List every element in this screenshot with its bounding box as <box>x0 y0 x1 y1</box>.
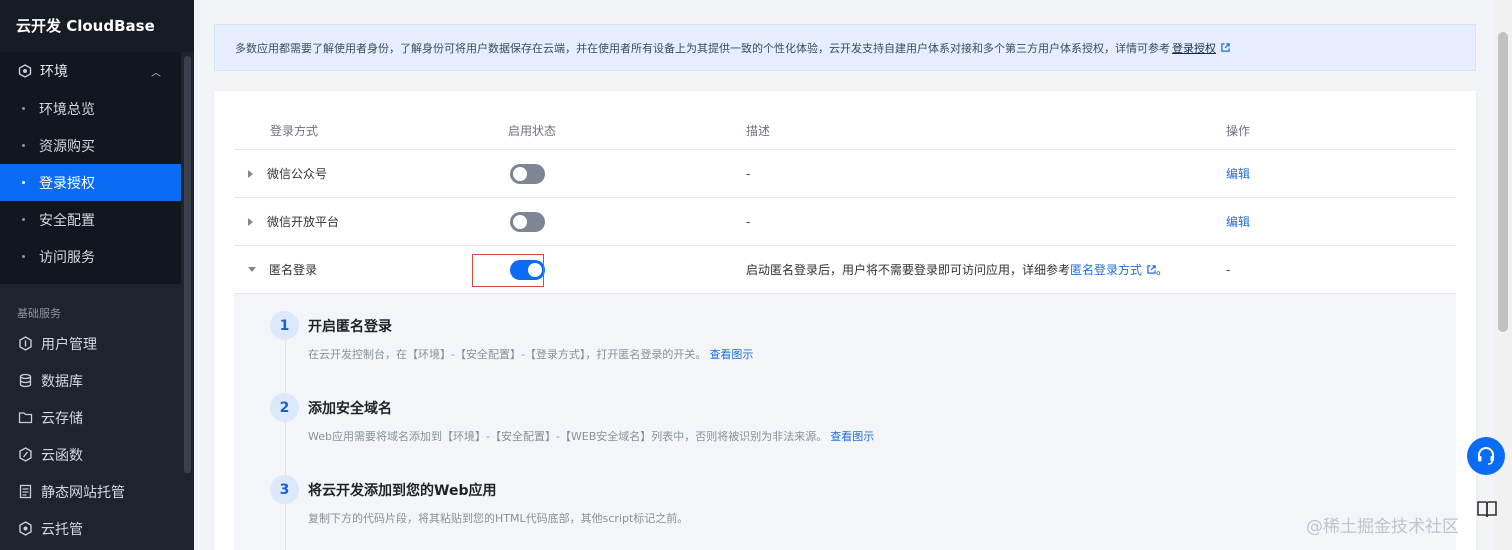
step-title: 添加安全域名 <box>308 401 392 417</box>
enable-toggle[interactable] <box>510 211 545 232</box>
nav-group-environment: 环境 ︿ 环境总览 资源购买 登录授权 安全配置 访问服务 <box>0 52 181 284</box>
sidebar-item-label: 环境总览 <box>39 101 95 118</box>
banner-text: 多数应用都需要了解使用者身份，了解身份可将用户数据保存在云端，并在使用者所有设备… <box>235 41 1170 55</box>
step-desc-text: Web应用需要将域名添加到【环境】-【安全配置】-【WEB安全域名】列表中，否则… <box>308 430 828 443</box>
docs-button[interactable] <box>1472 496 1502 522</box>
edit-link[interactable]: 编辑 <box>1226 213 1250 230</box>
step-title: 开启匿名登录 <box>308 319 392 335</box>
row-op: - <box>1226 262 1231 277</box>
col-header-ops: 操作 <box>1226 123 1251 138</box>
row-desc-suffix: 。 <box>1156 263 1169 277</box>
sidebar-item-label: 数据库 <box>41 373 83 390</box>
nav-parent-label: 环境 <box>40 64 68 80</box>
row-name: 微信开放平台 <box>267 215 340 229</box>
table-header: 登录方式 启用状态 描述 操作 <box>234 111 1456 150</box>
chevron-up-icon: ︿ <box>151 67 161 79</box>
anonymous-login-details: 1 开启匿名登录 在云开发控制台，在【环境】-【安全配置】-【登录方式】，打开匿… <box>234 294 1456 550</box>
sidebar-item-label: 云托管 <box>41 521 83 538</box>
sidebar-item-cloud-storage[interactable]: 云存储 <box>0 399 181 436</box>
sidebar-item-database[interactable]: 数据库 <box>0 362 181 399</box>
document-icon <box>18 484 33 499</box>
sidebar-item-label: 云存储 <box>41 410 83 427</box>
sidebar-item-env-overview[interactable]: 环境总览 <box>0 90 181 127</box>
sidebar-item-label: 静态网站托管 <box>41 484 125 501</box>
environment-icon <box>18 64 32 78</box>
external-link-icon <box>1221 43 1230 52</box>
bullet-icon <box>22 144 25 147</box>
watermark: @稀土掘金技术社区 <box>1306 517 1459 537</box>
external-link-icon <box>1147 265 1156 274</box>
bullet-icon <box>22 107 25 110</box>
collapse-caret-icon[interactable] <box>248 267 256 272</box>
sidebar-item-resource-purchase[interactable]: 资源购买 <box>0 127 181 164</box>
login-methods-table: 登录方式 启用状态 描述 操作 微信公众号 - 编辑 微信开放平台 - 编辑 匿… <box>234 111 1456 294</box>
banner-link[interactable]: 登录授权 <box>1172 40 1216 56</box>
view-diagram-link[interactable]: 查看图示 <box>709 348 753 361</box>
sidebar-item-label: 访问服务 <box>39 249 95 266</box>
enable-toggle[interactable] <box>510 163 545 184</box>
step-desc: Web应用需要将域名添加到【环境】-【安全配置】-【WEB安全域名】列表中，否则… <box>308 428 874 444</box>
step-desc-text: 复制下方的代码片段，将其粘贴到您的HTML代码底部，其他script标记之前。 <box>308 512 689 525</box>
sidebar-item-static-hosting[interactable]: 静态网站托管 <box>0 473 181 510</box>
row-name: 匿名登录 <box>269 263 318 277</box>
step-desc-text: 在云开发控制台，在【环境】-【安全配置】-【登录方式】，打开匿名登录的开关。 <box>308 348 707 361</box>
hexagon-icon <box>18 521 33 536</box>
info-banner: 多数应用都需要了解使用者身份，了解身份可将用户数据保存在云端，并在使用者所有设备… <box>214 24 1476 71</box>
help-button[interactable] <box>1467 437 1505 475</box>
edit-link[interactable]: 编辑 <box>1226 165 1250 182</box>
table-row: 微信公众号 - 编辑 <box>234 150 1456 198</box>
book-icon <box>1477 501 1497 518</box>
sidebar-item-user-management[interactable]: 用户管理 <box>0 325 181 362</box>
main-content: 多数应用都需要了解使用者身份，了解身份可将用户数据保存在云端，并在使用者所有设备… <box>194 0 1494 550</box>
headset-icon <box>1478 447 1494 465</box>
login-methods-card: 登录方式 启用状态 描述 操作 微信公众号 - 编辑 微信开放平台 - 编辑 匿… <box>214 91 1476 550</box>
table-row: 匿名登录 启动匿名登录后，用户将不需要登录即可访问应用，详细参考 匿名登录方式 … <box>234 246 1456 294</box>
sidebar-item-label: 云函数 <box>41 447 83 464</box>
folder-icon <box>18 410 33 425</box>
row-name: 微信公众号 <box>267 167 328 181</box>
row-desc: - <box>746 166 751 181</box>
step-number: 1 <box>270 311 299 340</box>
expand-caret-icon[interactable] <box>248 217 253 226</box>
step-number: 3 <box>270 475 299 504</box>
function-icon <box>18 447 33 462</box>
col-header-method: 登录方式 <box>270 123 319 138</box>
sidebar-item-label: 资源购买 <box>39 138 95 155</box>
sidebar-item-label: 用户管理 <box>41 336 97 353</box>
view-diagram-link[interactable]: 查看图示 <box>830 430 874 443</box>
sidebar-item-security-config[interactable]: 安全配置 <box>0 201 181 238</box>
bullet-icon <box>22 255 25 258</box>
user-management-icon <box>18 336 33 351</box>
expand-caret-icon[interactable] <box>248 169 253 178</box>
steps-connector <box>285 338 286 550</box>
section-title-basic-services: 基础服务 <box>17 307 61 320</box>
col-header-status: 启用状态 <box>508 123 557 138</box>
bullet-icon <box>22 181 25 184</box>
sidebar: 云开发 CloudBase 环境 ︿ 环境总览 资源购买 登录授权 安全配置 访… <box>0 0 194 550</box>
step-desc: 在云开发控制台，在【环境】-【安全配置】-【登录方式】，打开匿名登录的开关。 查看… <box>308 346 753 362</box>
row-desc-text: 启动匿名登录后，用户将不需要登录即可访问应用，详细参考 <box>746 263 1071 277</box>
sidebar-item-label: 登录授权 <box>39 175 95 192</box>
scrollbar-thumb[interactable] <box>1498 32 1508 332</box>
database-icon <box>18 373 33 388</box>
nav-basic-services: 用户管理 数据库 云存储 云函数 静态网站托管 云托管 <box>0 325 181 547</box>
row-desc: 启动匿名登录后，用户将不需要登录即可访问应用，详细参考 匿名登录方式 。 <box>746 261 1226 278</box>
anonymous-login-doc-link[interactable]: 匿名登录方式 <box>1070 261 1142 278</box>
bullet-icon <box>22 218 25 221</box>
col-header-desc: 描述 <box>746 123 771 138</box>
sidebar-item-cloud-function[interactable]: 云函数 <box>0 436 181 473</box>
sidebar-scrollbar[interactable] <box>184 56 191 473</box>
step-number: 2 <box>270 393 299 422</box>
table-row: 微信开放平台 - 编辑 <box>234 198 1456 246</box>
sidebar-item-label: 安全配置 <box>39 212 95 229</box>
step-title: 将云开发添加到您的Web应用 <box>308 483 497 499</box>
sidebar-item-cloud-hosting[interactable]: 云托管 <box>0 510 181 547</box>
highlight-box <box>472 254 544 287</box>
sidebar-item-access-service[interactable]: 访问服务 <box>0 238 181 275</box>
nav-parent-environment[interactable]: 环境 ︿ <box>0 52 181 90</box>
step-desc: 复制下方的代码片段，将其粘贴到您的HTML代码底部，其他script标记之前。 <box>308 510 688 526</box>
sidebar-item-login-auth[interactable]: 登录授权 <box>0 164 181 201</box>
brand-title[interactable]: 云开发 CloudBase <box>0 0 194 52</box>
row-desc: - <box>746 214 751 229</box>
